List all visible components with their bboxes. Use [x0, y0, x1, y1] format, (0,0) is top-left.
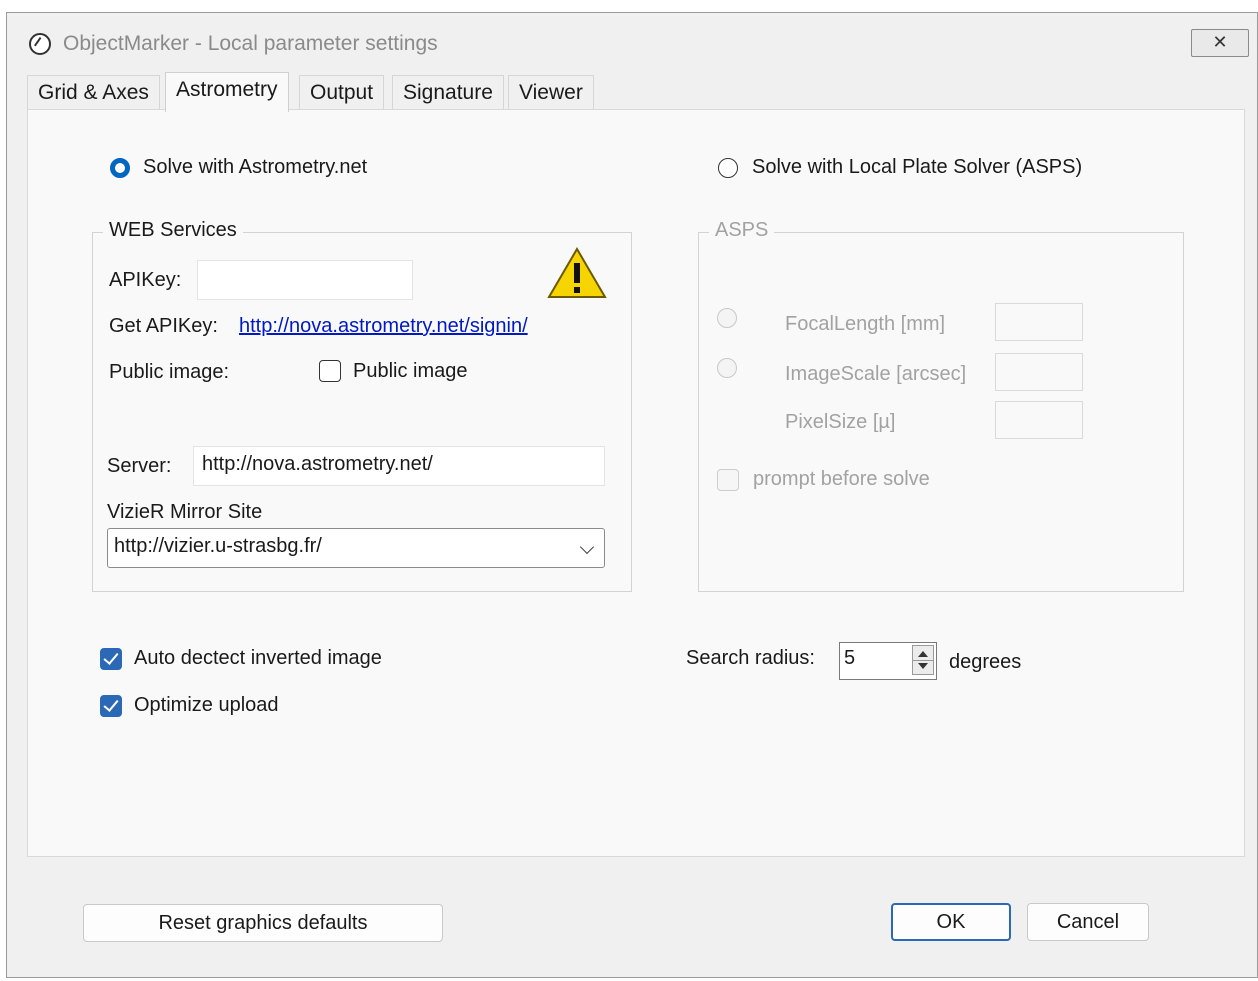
- spin-down-icon[interactable]: [918, 663, 928, 669]
- close-icon: ✕: [1212, 32, 1228, 52]
- tab-astrometry[interactable]: Astrometry: [165, 72, 289, 112]
- tab-viewer[interactable]: Viewer: [508, 75, 594, 110]
- tab-signature[interactable]: Signature: [392, 75, 504, 110]
- asps-group: ASPS FocalLength [mm] ImageScale [arcsec…: [698, 219, 1184, 592]
- image-scale-input[interactable]: [995, 353, 1083, 391]
- prompt-before-solve-checkbox[interactable]: [717, 469, 739, 491]
- asps-legend: ASPS: [709, 219, 775, 242]
- auto-detect-label: Auto dectect inverted image: [134, 647, 382, 669]
- image-scale-label: ImageScale [arcsec]: [785, 363, 967, 385]
- pixel-size-label: PixelSize [µ]: [785, 411, 896, 433]
- prompt-before-solve-label: prompt before solve: [753, 468, 930, 490]
- image-scale-radio[interactable]: [717, 358, 737, 378]
- vizier-label: VizieR Mirror Site: [107, 501, 263, 523]
- vizier-select-value: http://vizier.u-strasbg.fr/: [114, 535, 322, 557]
- tab-output[interactable]: Output: [299, 75, 385, 110]
- close-button[interactable]: ✕: [1191, 29, 1249, 57]
- spin-up-icon[interactable]: [918, 651, 928, 657]
- vizier-select[interactable]: http://vizier.u-strasbg.fr/: [107, 528, 605, 568]
- get-apikey-label: Get APIKey:: [109, 315, 218, 337]
- search-radius-label: Search radius:: [686, 647, 815, 669]
- local-solver-radio[interactable]: [718, 158, 738, 178]
- focal-length-radio[interactable]: [717, 308, 737, 328]
- ok-button[interactable]: OK: [891, 903, 1011, 941]
- astrometry-panel: Solve with Astrometry.net Solve with Loc…: [27, 109, 1245, 857]
- tab-grid-axes[interactable]: Grid & Axes: [27, 75, 160, 110]
- optimize-upload-checkbox[interactable]: [100, 695, 122, 717]
- reset-graphics-defaults-button[interactable]: Reset graphics defaults: [83, 904, 443, 942]
- apikey-label: APIKey:: [109, 269, 182, 291]
- server-label: Server:: [107, 455, 172, 477]
- warning-icon: [547, 247, 607, 298]
- web-services-legend: WEB Services: [103, 219, 243, 242]
- public-image-checkbox[interactable]: [319, 360, 341, 382]
- settings-dialog: ObjectMarker - Local parameter settings …: [6, 12, 1258, 978]
- search-radius-spinner[interactable]: 5: [839, 642, 937, 680]
- public-image-label: Public image:: [109, 361, 230, 383]
- app-icon: [29, 33, 51, 55]
- server-input[interactable]: http://nova.astrometry.net/: [193, 446, 605, 486]
- get-apikey-link[interactable]: http://nova.astrometry.net/signin/: [239, 315, 528, 338]
- auto-detect-checkbox[interactable]: [100, 648, 122, 670]
- optimize-upload-label: Optimize upload: [134, 694, 279, 716]
- pixel-size-input[interactable]: [995, 401, 1083, 439]
- search-radius-value: 5: [844, 647, 856, 669]
- spinner-buttons[interactable]: [912, 645, 934, 675]
- web-services-group: WEB Services APIKey: Get APIKey: http://…: [92, 219, 632, 592]
- local-solver-radio-label: Solve with Local Plate Solver (ASPS): [752, 156, 1083, 178]
- public-image-checkbox-label: Public image: [353, 360, 468, 382]
- astrometry-radio[interactable]: [110, 158, 130, 178]
- astrometry-radio-label: Solve with Astrometry.net: [143, 156, 368, 178]
- chevron-down-icon: [579, 539, 595, 555]
- cancel-button[interactable]: Cancel: [1027, 903, 1149, 941]
- focal-length-input[interactable]: [995, 303, 1083, 341]
- window-title: ObjectMarker - Local parameter settings: [63, 32, 438, 55]
- apikey-input[interactable]: [197, 260, 413, 300]
- title-bar: ObjectMarker - Local parameter settings …: [7, 13, 1257, 69]
- focal-length-label: FocalLength [mm]: [785, 313, 946, 335]
- search-radius-unit: degrees: [949, 651, 1022, 673]
